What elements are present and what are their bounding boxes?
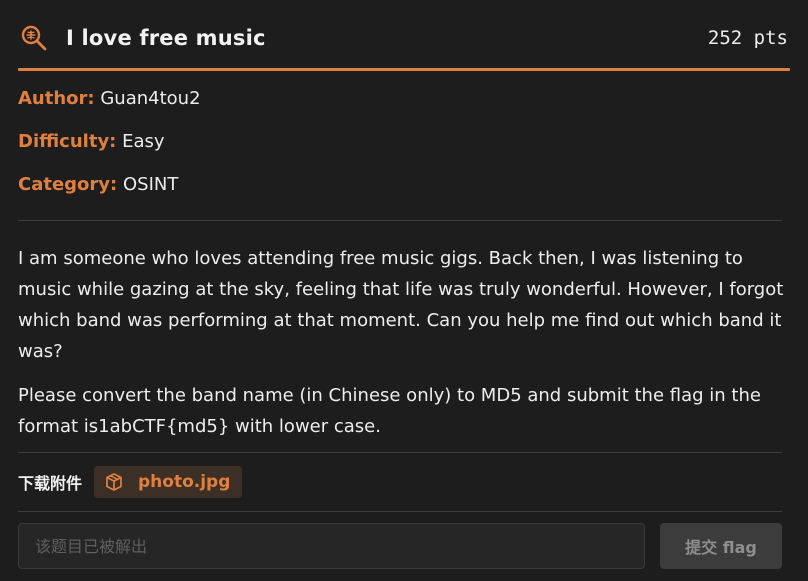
header-accent-divider [18,68,790,71]
attachment-file-name: photo.jpg [138,472,231,492]
description-paragraph-1: I am someone who loves attending free mu… [18,248,784,362]
attachment-divider [18,511,782,512]
challenge-header: I love free music 252 pts [18,16,790,60]
challenge-title: I love free music [66,26,266,50]
magnifier-icon [18,22,50,54]
attachment-file-link[interactable]: photo.jpg [94,466,243,498]
attachment-label: 下载附件 [18,474,83,493]
author-row: Author: Guan4tou2 [18,88,201,109]
meta-divider [18,220,782,221]
package-icon [104,472,124,492]
challenge-panel: I love free music 252 pts Author: Guan4t… [0,0,808,581]
category-value: OSINT [122,174,179,195]
flag-input[interactable] [18,523,645,569]
difficulty-row: Difficulty: Easy [18,131,165,152]
category-row: Category: OSINT [18,174,178,195]
submit-flag-button[interactable]: 提交 flag [660,523,782,569]
author-value: Guan4tou2 [100,88,201,109]
attachment-row: 下载附件 photo.jpg [18,465,243,499]
challenge-points: 252 pts [707,27,788,49]
difficulty-label: Difficulty: [18,131,117,152]
category-label: Category: [18,174,118,195]
author-label: Author: [18,88,95,109]
description-divider [18,452,782,453]
description-paragraph-2: Please convert the band name (in Chinese… [18,385,761,437]
difficulty-value: Easy [122,131,165,152]
